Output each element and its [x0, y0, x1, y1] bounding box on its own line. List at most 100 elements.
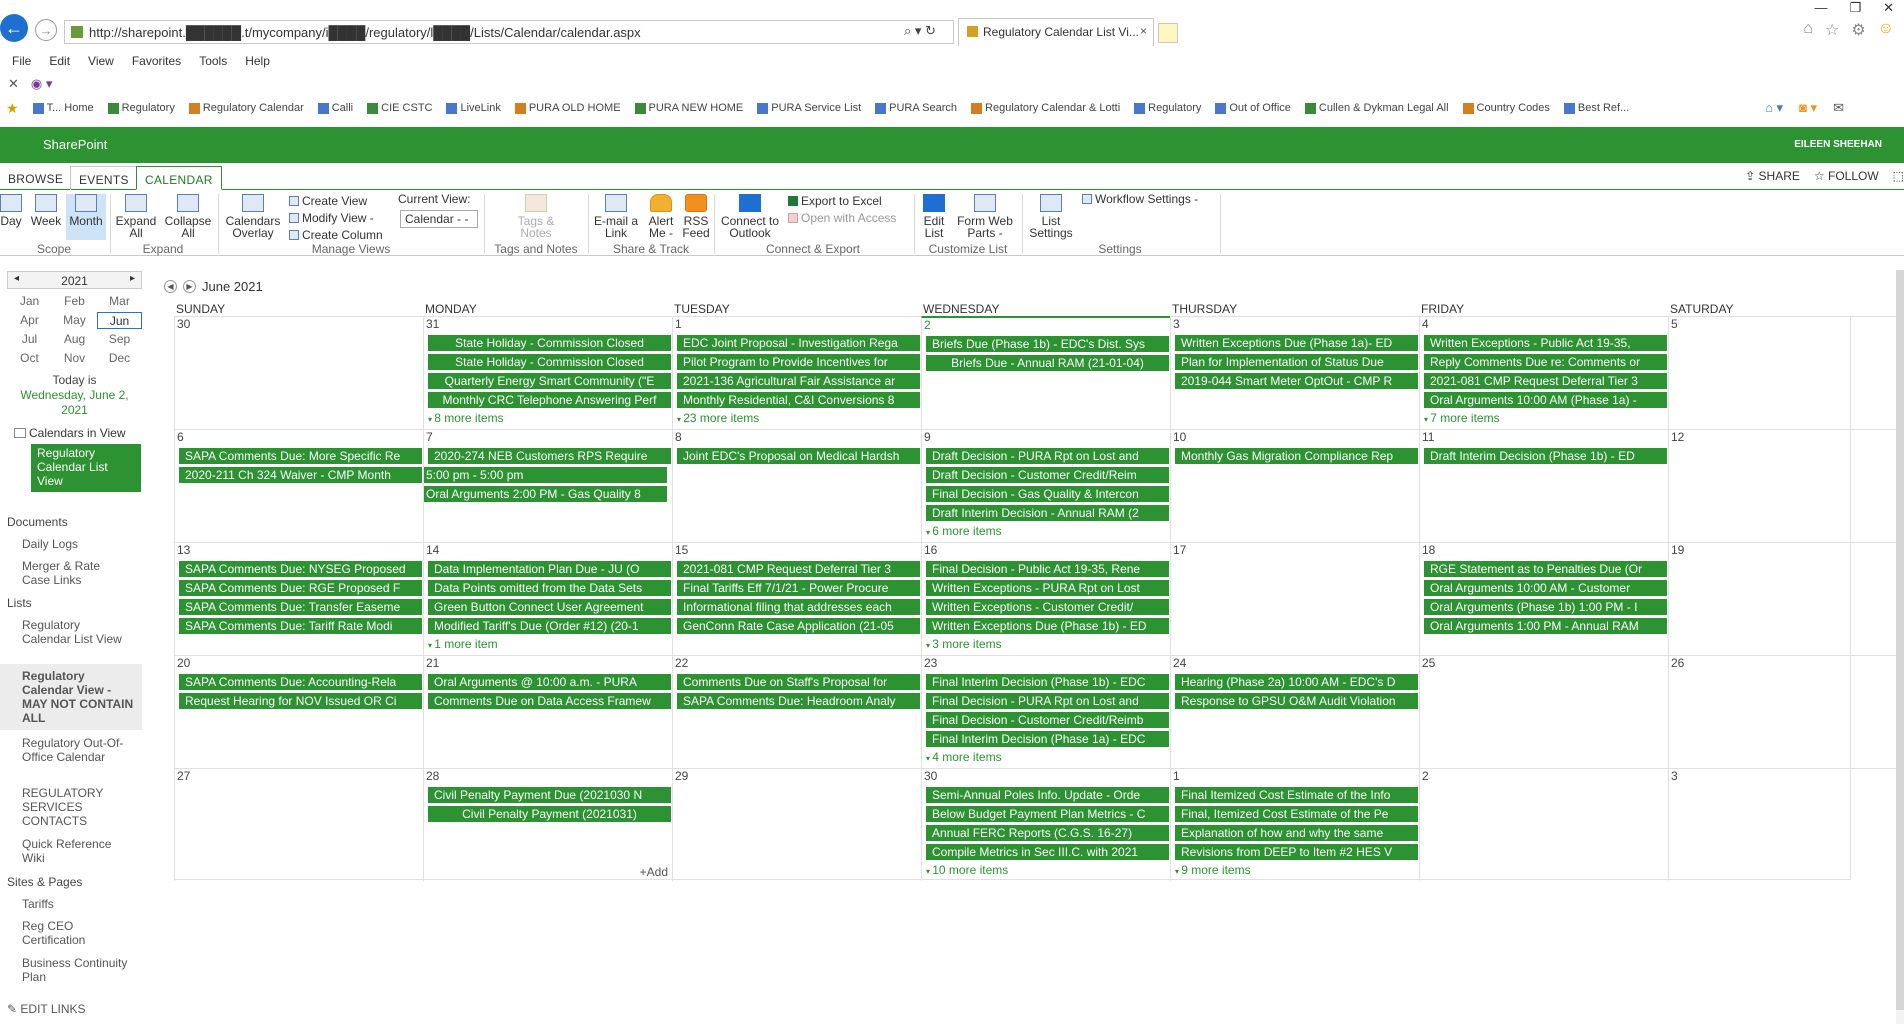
- calendar-event[interactable]: Compile Metrics in Sec III.C. with 2021: [926, 844, 1169, 860]
- menu-help[interactable]: Help: [245, 54, 270, 68]
- forward-button[interactable]: →: [35, 19, 57, 41]
- calendar-event[interactable]: 2020-211 Ch 324 Waiver - CMP Month: [179, 467, 422, 483]
- calendar-event[interactable]: Oral Arguments 2:00 PM - Gas Quality 8: [424, 486, 667, 502]
- calendar-event[interactable]: 2021-136 Agricultural Fair Assistance ar: [677, 373, 920, 389]
- calendar-event[interactable]: Oral Arguments 10:00 AM (Phase 1a) -: [1424, 392, 1667, 408]
- calendar-event[interactable]: Revisions from DEEP to Item #2 HES V: [1175, 844, 1418, 860]
- favorite-link[interactable]: Regulatory Calendar & Lotti: [971, 102, 1120, 114]
- calendar-day-cell[interactable]: 4 Written Exceptions - Public Act 19-35, R…: [1419, 316, 1668, 429]
- menu-file[interactable]: File: [12, 54, 31, 68]
- day-number[interactable]: 22: [675, 656, 688, 670]
- scrollbar-thumb[interactable]: [1896, 270, 1904, 1010]
- calendar-day-cell[interactable]: 13 SAPA Comments Due: NYSEG Proposed SAPA …: [174, 542, 423, 655]
- day-number[interactable]: 10: [1173, 430, 1186, 444]
- calendar-event[interactable]: Written Exceptions - Customer Credit/: [926, 599, 1169, 615]
- day-number[interactable]: 15: [675, 543, 688, 557]
- window-close-icon[interactable]: ✕: [1883, 0, 1894, 16]
- calendar-event[interactable]: Final, Itemized Cost Estimate of the Pe: [1175, 806, 1418, 822]
- calendar-event[interactable]: Green Button Connect User Agreement: [428, 599, 671, 615]
- month-may[interactable]: May: [52, 312, 97, 329]
- calendar-event[interactable]: Written Exceptions Due (Phase 1a)- ED: [1175, 335, 1418, 351]
- nav-regulatory-calendar-view-selected[interactable]: Regulatory Calendar View - MAY NOT CONTA…: [0, 664, 142, 730]
- favorite-link[interactable]: Regulatory Calendar: [188, 102, 304, 114]
- day-number[interactable]: 2: [924, 318, 931, 332]
- calendar-event[interactable]: 2020-274 NEB Customers RPS Require: [428, 448, 671, 464]
- month-sep[interactable]: Sep: [97, 331, 142, 348]
- export-excel-button[interactable]: Export to Excel: [788, 194, 882, 208]
- next-month-icon[interactable]: ▶: [183, 280, 196, 293]
- calendar-event[interactable]: Draft Decision - PURA Rpt on Lost and: [926, 448, 1169, 464]
- calendar-event[interactable]: 2021-081 CMP Request Deferral Tier 3: [1424, 373, 1667, 389]
- calendar-event[interactable]: Request Hearing for NOV Issued OR Ci: [179, 693, 422, 709]
- calendar-event[interactable]: Data Implementation Plan Due - JU (O: [428, 561, 671, 577]
- menu-favorites[interactable]: Favorites: [132, 54, 181, 68]
- calendar-in-view-item[interactable]: Regulatory Calendar List View: [31, 444, 141, 492]
- day-button[interactable]: Day: [0, 194, 22, 240]
- calendar-event[interactable]: Monthly Residential, C&I Conversions 8: [677, 392, 920, 408]
- favorite-link[interactable]: LiveLink: [446, 102, 501, 114]
- calendar-event[interactable]: Modified Tariff's Due (Order #12) (20-1: [428, 618, 671, 634]
- menu-edit[interactable]: Edit: [49, 54, 70, 68]
- smiley-feedback-icon[interactable]: ☺: [1878, 20, 1894, 40]
- calendar-event[interactable]: Final Itemized Cost Estimate of the Info: [1175, 787, 1418, 803]
- calendar-event[interactable]: RGE Statement as to Penalties Due (Or: [1424, 561, 1667, 577]
- calendar-event[interactable]: SAPA Comments Due: RGE Proposed F: [179, 580, 422, 596]
- calendar-event[interactable]: Briefs Due (Phase 1b) - EDC's Dist. Sys: [926, 336, 1169, 352]
- calendar-event[interactable]: SAPA Comments Due: Transfer Easeme: [179, 599, 422, 615]
- nav-tariffs[interactable]: Tariffs: [22, 897, 54, 911]
- page-scrollbar[interactable]: [1896, 270, 1904, 1024]
- calendar-day-cell[interactable]: 1 EDC Joint Proposal - Investigation Rega…: [672, 316, 921, 429]
- calendar-event[interactable]: SAPA Comments Due: Headroom Analy: [677, 693, 920, 709]
- alert-me-button[interactable]: Alert Me -: [644, 194, 678, 240]
- favorites-star-icon[interactable]: ☆: [1825, 20, 1839, 40]
- day-number[interactable]: 14: [426, 543, 439, 557]
- more-items-link[interactable]: 6 more items: [926, 524, 1001, 538]
- addon-icon[interactable]: ◉ ▾: [31, 76, 52, 92]
- edit-links-button[interactable]: ✎ EDIT LINKS: [7, 1002, 86, 1016]
- nav-lists[interactable]: Lists: [7, 596, 32, 610]
- day-number[interactable]: 25: [1422, 656, 1435, 670]
- month-jan[interactable]: Jan: [7, 293, 52, 310]
- month-button[interactable]: Month: [66, 194, 106, 240]
- calendar-event[interactable]: Final Decision - Public Act 19-35, Rene: [926, 561, 1169, 577]
- more-items-link[interactable]: 10 more items: [926, 863, 1008, 877]
- calendar-day-cell[interactable]: 3: [1668, 768, 1904, 881]
- rss-feed-button[interactable]: RSS Feed: [680, 194, 712, 240]
- calendar-day-cell[interactable]: 29: [672, 768, 921, 881]
- day-number[interactable]: 20: [177, 656, 190, 670]
- more-items-link[interactable]: 4 more items: [926, 750, 1001, 764]
- favorite-link[interactable]: Cullen & Dykman Legal All: [1304, 102, 1449, 114]
- calendar-day-cell[interactable]: 3 Written Exceptions Due (Phase 1a)- ED Pl…: [1170, 316, 1419, 429]
- calendar-day-cell[interactable]: 27: [174, 768, 423, 881]
- calendar-day-cell[interactable]: 5: [1668, 316, 1904, 429]
- calendar-event[interactable]: Oral Arguments 10:00 AM - Customer: [1424, 580, 1667, 596]
- calendar-day-cell[interactable]: 16 Final Decision - Public Act 19-35, Ren…: [921, 542, 1170, 655]
- favorite-link[interactable]: T... Home: [32, 102, 94, 114]
- calendar-day-cell[interactable]: 28 Civil Penalty Payment Due (2021030 N Ci…: [423, 768, 672, 881]
- favorite-link[interactable]: Best Ref...: [1563, 102, 1629, 114]
- close-icon[interactable]: ✕: [8, 76, 19, 92]
- calendar-event[interactable]: 2019-044 Smart Meter OptOut - CMP R: [1175, 373, 1418, 389]
- day-number[interactable]: 1: [675, 317, 682, 331]
- day-number[interactable]: 30: [924, 769, 937, 783]
- calendar-event[interactable]: Monthly CRC Telephone Answering Perf: [428, 392, 671, 408]
- calendar-day-cell[interactable]: 31 State Holiday - Commission Closed State…: [423, 316, 672, 429]
- calendar-event[interactable]: Final Decision - Gas Quality & Intercon: [926, 486, 1169, 502]
- calendar-event[interactable]: SAPA Comments Due: More Specific Re: [179, 448, 422, 464]
- nav-quick-reference-wiki[interactable]: Quick Reference Wiki: [22, 837, 132, 865]
- calendar-event[interactable]: Data Points omitted from the Data Sets: [428, 580, 671, 596]
- calendar-event[interactable]: State Holiday - Commission Closed: [428, 354, 671, 370]
- calendar-event[interactable]: Comments Due on Staff's Proposal for: [677, 674, 920, 690]
- more-items-link[interactable]: 7 more items: [1424, 411, 1499, 425]
- calendar-event[interactable]: Written Exceptions Due (Phase 1b) - ED: [926, 618, 1169, 634]
- calendar-event[interactable]: SAPA Comments Due: NYSEG Proposed: [179, 561, 422, 577]
- more-items-link[interactable]: 8 more items: [428, 411, 503, 425]
- day-number[interactable]: 6: [177, 430, 184, 444]
- next-year-icon[interactable]: ▸: [130, 273, 135, 284]
- current-view-select[interactable]: Calendar - -: [400, 210, 478, 228]
- calendar-day-cell[interactable]: 30 Semi-Annual Poles Info. Update - Orde B…: [921, 768, 1170, 881]
- day-number[interactable]: 1: [1173, 769, 1180, 783]
- day-number[interactable]: 29: [675, 769, 688, 783]
- search-icon[interactable]: ⌕: [904, 23, 911, 38]
- day-number[interactable]: 4: [1422, 317, 1429, 331]
